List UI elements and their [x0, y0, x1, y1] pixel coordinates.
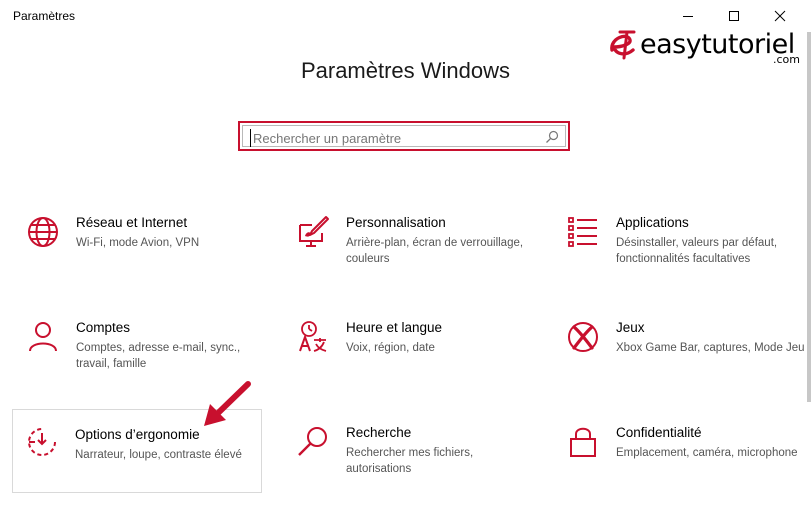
search-icon	[298, 427, 327, 456]
window-title: Paramètres	[13, 9, 76, 23]
tile-time-language-desc: Voix, région, date	[346, 342, 435, 354]
maximize-icon	[729, 11, 739, 21]
tile-search-desc: Rechercher mes fichiers, autorisations	[346, 447, 474, 475]
tile-gaming[interactable]: Jeux Xbox Game Bar, captures, Mode Jeu	[553, 320, 805, 402]
tile-search[interactable]: Recherche Rechercher mes fichiers, autor…	[283, 425, 533, 505]
tile-personalization[interactable]: Personnalisation Arrière-plan, écran de …	[283, 215, 533, 297]
tile-apps-name: Applications	[616, 215, 689, 230]
globe-icon	[28, 217, 58, 247]
page-title: Paramètres Windows	[300, 58, 511, 83]
search-icon[interactable]	[545, 130, 559, 144]
tile-time-language[interactable]: Heure et langue Voix, région, date	[283, 320, 533, 402]
tile-personalization-name: Personnalisation	[346, 215, 446, 230]
tile-ease-of-access-name: Options d’ergonomie	[75, 427, 200, 442]
tile-network[interactable]: Réseau et Internet Wi-Fi, mode Avion, VP…	[13, 215, 263, 297]
xbox-icon	[568, 322, 598, 352]
tile-search-name: Recherche	[346, 425, 412, 440]
scrollbar[interactable]	[807, 32, 811, 402]
person-icon	[29, 322, 57, 352]
tile-apps-desc: Désinstaller, valeurs par défaut, foncti…	[616, 237, 778, 265]
apps-list-icon	[568, 217, 597, 247]
tile-ease-of-access-desc: Narrateur, loupe, contraste élevé	[75, 449, 242, 461]
tile-personalization-desc: Arrière-plan, écran de verrouillage, cou…	[346, 237, 524, 265]
tile-privacy[interactable]: Confidentialité Emplacement, caméra, mic…	[553, 425, 803, 505]
lock-icon	[570, 427, 596, 457]
close-icon	[774, 10, 786, 22]
time-language-icon	[299, 321, 327, 352]
tile-privacy-name: Confidentialité	[616, 425, 702, 440]
tile-accounts-name: Comptes	[76, 320, 131, 335]
search-inner-frame	[242, 125, 566, 147]
tile-apps[interactable]: Applications Désinstaller, valeurs par d…	[553, 215, 803, 297]
ease-of-access-icon	[28, 428, 56, 456]
tile-accounts-desc: Comptes, adresse e-mail, sync., travail,…	[76, 342, 241, 370]
personalization-icon	[299, 216, 329, 247]
annotation-arrow-icon	[204, 381, 251, 426]
tile-privacy-desc: Emplacement, caméra, microphone	[616, 447, 798, 459]
tile-network-desc: Wi-Fi, mode Avion, VPN	[76, 237, 200, 249]
tile-network-name: Réseau et Internet	[76, 215, 188, 230]
search-box[interactable]	[238, 121, 570, 151]
logo-mark-icon	[610, 30, 636, 60]
logo-text: easytutoriel	[640, 29, 795, 60]
tile-time-language-name: Heure et langue	[346, 320, 443, 335]
tile-gaming-desc: Xbox Game Bar, captures, Mode Jeu	[616, 342, 805, 354]
minimize-icon	[683, 16, 693, 17]
settings-window: Paramètres easytutoriel .com Paramètres	[0, 0, 811, 505]
tile-gaming-name: Jeux	[616, 320, 645, 335]
search-input[interactable]	[250, 129, 543, 147]
